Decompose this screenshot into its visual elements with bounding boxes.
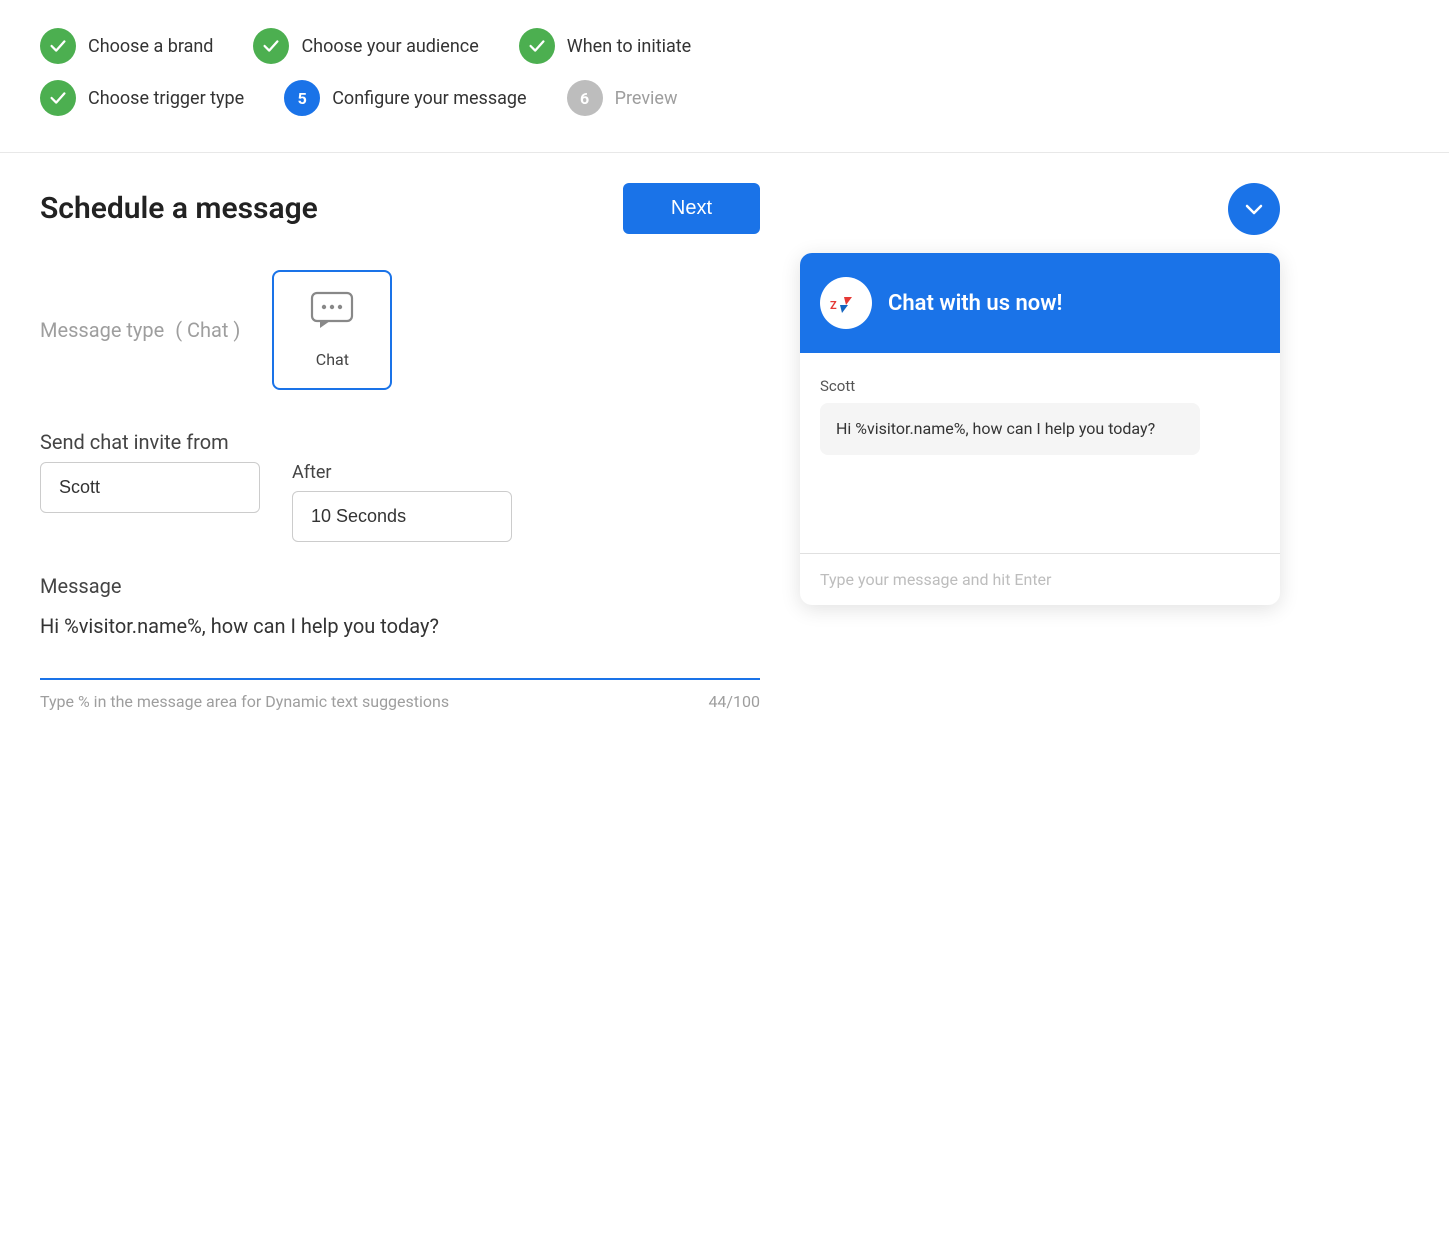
step-icon-preview: 6 [567,80,603,116]
delay-field-group: After [292,462,512,542]
message-section: Message Hi %visitor.name%, how can I hel… [40,574,760,638]
delay-input[interactable] [292,491,512,542]
invite-label: Send chat invite from [40,430,760,454]
invite-row: After [40,462,760,542]
chat-preview: Z Chat with us now! Scott Hi %visitor.na… [800,253,1280,605]
sender-field-group [40,462,260,513]
char-count: 44/100 [708,692,760,711]
page-title: Schedule a message [40,191,318,226]
sender-input[interactable] [40,462,260,513]
left-panel: Schedule a message Next Message type ( C… [40,183,760,711]
invite-section: Send chat invite from After [40,430,760,542]
step-choose-brand: Choose a brand [40,28,213,64]
chat-bubble-icon [310,291,354,338]
chat-card-label: Chat [316,350,349,369]
step-when-to-initiate: When to initiate [519,28,691,64]
chat-input-placeholder: Type your message and hit Enter [820,570,1051,589]
step-choose-audience: Choose your audience [253,28,478,64]
message-hint-row: Type % in the message area for Dynamic t… [40,692,760,711]
main-content: Schedule a message Next Message type ( C… [0,153,1449,741]
step-icon-when-to-initiate [519,28,555,64]
next-button[interactable]: Next [623,183,760,234]
step-label-choose-trigger: Choose trigger type [88,88,244,109]
steps-row-1: Choose a brand Choose your audience When… [40,28,1409,64]
chat-header-title: Chat with us now! [888,291,1062,316]
step-configure-message: 5 Configure your message [284,80,526,116]
step-icon-choose-brand [40,28,76,64]
message-label: Message [40,574,760,598]
after-label: After [292,462,512,483]
brand-avatar: Z [820,277,872,329]
message-text: Hi %visitor.name%, how can I help you to… [40,614,760,638]
message-type-hint: ( Chat ) [175,318,240,342]
step-label-preview: Preview [615,88,678,109]
page-header: Schedule a message Next [40,183,760,234]
message-type-label: Message type ( Chat ) [40,318,240,342]
chat-type-card[interactable]: Chat [272,270,392,390]
chat-body: Scott Hi %visitor.name%, how can I help … [800,353,1280,553]
message-type-section: Message type ( Chat ) Chat [40,270,760,390]
step-label-choose-brand: Choose a brand [88,36,213,57]
step-icon-choose-audience [253,28,289,64]
step-icon-configure-message: 5 [284,80,320,116]
step-label-when-to-initiate: When to initiate [567,36,691,57]
step-choose-trigger: Choose trigger type [40,80,244,116]
steps-row-2: Choose trigger type 5 Configure your mes… [40,80,1409,116]
message-divider [40,678,760,680]
chat-input-area: Type your message and hit Enter [800,553,1280,605]
step-preview: 6 Preview [567,80,678,116]
collapse-button[interactable] [1228,183,1280,235]
steps-header: Choose a brand Choose your audience When… [0,0,1449,153]
chat-sender-name: Scott [820,377,1260,395]
chat-bubble: Hi %visitor.name%, how can I help you to… [820,403,1200,455]
message-hint: Type % in the message area for Dynamic t… [40,692,449,711]
right-panel: Z Chat with us now! Scott Hi %visitor.na… [800,183,1280,711]
step-label-configure-message: Configure your message [332,88,526,109]
step-icon-choose-trigger [40,80,76,116]
chat-preview-header: Z Chat with us now! [800,253,1280,353]
step-label-choose-audience: Choose your audience [301,36,478,57]
svg-text:Z: Z [830,299,837,312]
